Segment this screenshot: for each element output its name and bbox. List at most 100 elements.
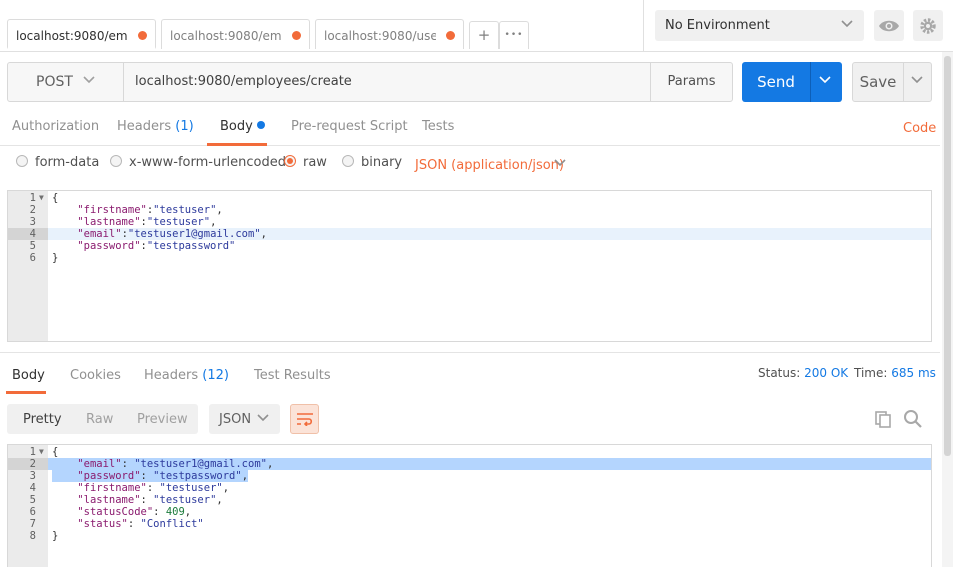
code-text: } <box>52 252 59 264</box>
gear-icon <box>920 17 936 34</box>
code-text: "email":"testuser1@gmail.com", <box>77 228 267 240</box>
search-response-button[interactable] <box>903 409 923 429</box>
line-number: 6 <box>29 506 36 518</box>
code-text: "email": "testuser1@gmail.com", <box>77 458 274 470</box>
code-line: 3 "lastname":"testuser", <box>8 216 931 228</box>
code-text: "password":"testpassword" <box>77 240 236 252</box>
code-text: "lastname":"testuser", <box>77 216 217 228</box>
new-tab-button[interactable]: + <box>469 21 499 49</box>
divider <box>810 62 811 102</box>
radio-icon <box>16 155 28 167</box>
environment-quick-look-button[interactable] <box>874 10 904 41</box>
content-type-select[interactable]: JSON (application/json) <box>415 158 564 173</box>
request-tab-1[interactable]: localhost:9080/emplo <box>7 19 156 49</box>
code-line: 4 "firstname": "testuser", <box>8 482 931 494</box>
status-label: Status: <box>758 366 801 380</box>
response-time: Time: 685 ms <box>854 366 936 380</box>
line-number: 3 <box>29 216 36 228</box>
code-line: 5 "lastname": "testuser", <box>8 494 931 506</box>
code-line: 6 "statusCode": 409, <box>8 506 931 518</box>
response-format-select[interactable]: JSON <box>209 404 280 434</box>
url-bar: POST localhost:9080/employees/create Par… <box>7 62 733 102</box>
request-tab-bar: localhost:9080/emplo localhost:9080/empl… <box>0 0 953 52</box>
scrollbar-thumb[interactable] <box>944 56 951 456</box>
search-icon <box>904 410 922 428</box>
radio-form-data-label: form-data <box>35 155 100 170</box>
code-text: "statusCode": 409, <box>77 506 192 518</box>
request-section-tabs: Authorization Headers (1) Body Pre-reque… <box>0 108 940 146</box>
tab-headers[interactable]: Headers (1) <box>117 119 194 134</box>
view-pretty-button[interactable]: Pretty <box>23 412 62 427</box>
code-line: 6 } <box>8 252 931 264</box>
tab-test-results[interactable]: Test Results <box>254 368 331 383</box>
send-button[interactable]: Send <box>742 62 842 102</box>
method-select[interactable]: POST <box>8 63 124 101</box>
line-number: 6 <box>29 252 36 264</box>
tab-pre-request-script[interactable]: Pre-request Script <box>291 119 408 134</box>
time-value: 685 ms <box>891 366 936 380</box>
save-button[interactable]: Save <box>852 62 932 102</box>
request-tab-2-label: localhost:9080/emplo <box>170 29 282 43</box>
eye-icon <box>879 20 899 31</box>
view-raw-button[interactable]: Raw <box>86 412 113 427</box>
request-body-editor[interactable]: 1 ▼ { 2 "firstname":"testuser", 3 "lastn… <box>7 190 932 342</box>
environment-select[interactable]: No Environment <box>655 10 864 41</box>
tab-body-label: Body <box>220 119 253 134</box>
line-number: 7 <box>29 518 36 530</box>
response-view-mode: Pretty Raw Preview <box>7 404 198 434</box>
code-line-active: 4 "email":"testuser1@gmail.com", <box>8 228 931 240</box>
response-headers-count: (12) <box>202 368 229 383</box>
request-tab-3-label: localhost:9080/users/j <box>324 29 436 43</box>
code-line: 7 "status": "Conflict" <box>8 518 931 530</box>
more-tabs-button[interactable]: ••• <box>499 21 529 49</box>
manage-environments-button[interactable] <box>913 10 943 41</box>
request-tab-2[interactable]: localhost:9080/emplo <box>161 19 310 49</box>
radio-raw-label: raw <box>303 155 327 170</box>
copy-icon <box>875 411 891 428</box>
tab-response-headers[interactable]: Headers (12) <box>144 368 229 383</box>
line-number: 8 <box>29 530 36 542</box>
radio-selected-icon <box>284 155 296 167</box>
active-tab-indicator <box>207 143 267 146</box>
chevron-down-icon[interactable] <box>910 74 924 88</box>
chevron-down-icon[interactable] <box>818 74 832 88</box>
fold-arrow-icon[interactable]: ▼ <box>39 192 44 204</box>
line-number: 4 <box>8 228 48 240</box>
radio-icon <box>110 155 122 167</box>
chevron-down-icon <box>840 18 854 32</box>
time-label: Time: <box>854 366 888 380</box>
code-text: "lastname": "testuser", <box>77 494 223 506</box>
headers-count: (1) <box>175 119 194 134</box>
tab-headers-label: Headers <box>117 119 172 134</box>
code-text: { <box>52 192 59 204</box>
scrollbar[interactable] <box>942 52 953 567</box>
tab-response-cookies[interactable]: Cookies <box>70 368 121 383</box>
radio-urlencoded-label: x-www-form-urlencoded <box>129 155 287 170</box>
code-text: { <box>52 446 59 458</box>
tab-authorization[interactable]: Authorization <box>12 119 99 134</box>
request-tab-1-label: localhost:9080/emplo <box>16 29 128 43</box>
active-tab-indicator <box>6 391 46 394</box>
tab-body[interactable]: Body <box>220 119 265 134</box>
tab-response-body[interactable]: Body <box>12 368 45 383</box>
line-number: 3 <box>29 470 36 482</box>
params-button[interactable]: Params <box>650 63 732 101</box>
request-tab-3[interactable]: localhost:9080/users/j <box>315 19 464 49</box>
view-preview-button[interactable]: Preview <box>137 412 188 427</box>
url-input[interactable]: localhost:9080/employees/create <box>135 74 352 89</box>
line-number: 5 <box>29 494 36 506</box>
radio-binary-label: binary <box>361 155 403 170</box>
tab-tests[interactable]: Tests <box>422 119 454 134</box>
line-number: 1 <box>29 446 36 458</box>
copy-response-button[interactable] <box>873 409 893 429</box>
response-body-viewer[interactable]: 1 ▼ { 2 "email": "testuser1@gmail.com", … <box>7 444 932 567</box>
wrap-lines-icon <box>296 413 313 426</box>
code-line-selected: 2 "email": "testuser1@gmail.com", <box>8 458 931 470</box>
chevron-down-icon[interactable] <box>553 157 567 171</box>
generate-code-link[interactable]: Code <box>903 121 936 136</box>
code-text: } <box>52 530 59 542</box>
environment-label: No Environment <box>665 18 770 33</box>
fold-arrow-icon[interactable]: ▼ <box>39 446 44 458</box>
wrap-lines-button[interactable] <box>290 404 319 434</box>
send-label: Send <box>757 73 795 91</box>
